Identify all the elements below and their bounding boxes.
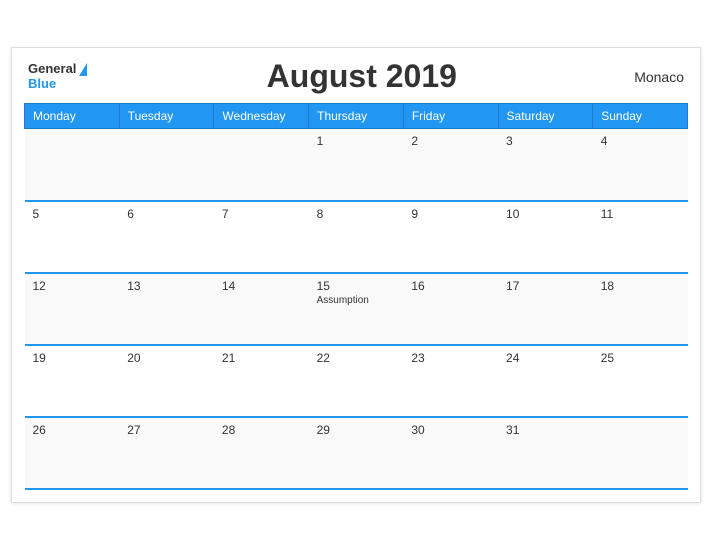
calendar-cell: 13 (119, 273, 214, 345)
calendar-cell: 21 (214, 345, 309, 417)
calendar-cell: 5 (25, 201, 120, 273)
calendar-cell: 14 (214, 273, 309, 345)
day-number: 4 (601, 134, 680, 148)
day-number: 7 (222, 207, 301, 221)
day-number: 13 (127, 279, 206, 293)
day-number: 6 (127, 207, 206, 221)
logo: General Blue (28, 62, 89, 91)
logo-blue-text: Blue (28, 77, 56, 91)
day-number: 10 (506, 207, 585, 221)
calendar-cell (119, 129, 214, 201)
day-number: 8 (317, 207, 396, 221)
calendar-header-row: Monday Tuesday Wednesday Thursday Friday… (25, 104, 688, 129)
calendar-container: General Blue August 2019 Monaco Monday T… (11, 47, 701, 503)
day-number: 12 (33, 279, 112, 293)
day-number: 22 (317, 351, 396, 365)
calendar-cell: 27 (119, 417, 214, 489)
day-number: 5 (33, 207, 112, 221)
day-number: 24 (506, 351, 585, 365)
weekday-sunday: Sunday (593, 104, 688, 129)
calendar-cell: 29 (309, 417, 404, 489)
calendar-cell: 31 (498, 417, 593, 489)
calendar-cell: 12 (25, 273, 120, 345)
day-event: Assumption (317, 295, 396, 306)
calendar-cell: 30 (403, 417, 498, 489)
day-number: 18 (601, 279, 680, 293)
calendar-cell: 4 (593, 129, 688, 201)
day-number: 26 (33, 423, 112, 437)
calendar-header: General Blue August 2019 Monaco (24, 58, 688, 95)
calendar-cell: 24 (498, 345, 593, 417)
day-number: 11 (601, 207, 680, 221)
calendar-cell (25, 129, 120, 201)
weekday-monday: Monday (25, 104, 120, 129)
day-number: 17 (506, 279, 585, 293)
calendar-cell (593, 417, 688, 489)
calendar-cell: 15 Assumption (309, 273, 404, 345)
weekday-tuesday: Tuesday (119, 104, 214, 129)
day-number: 15 (317, 279, 396, 293)
day-number: 23 (411, 351, 490, 365)
calendar-body: 123456789101112131415Assumption161718192… (25, 129, 688, 489)
day-number: 3 (506, 134, 585, 148)
day-number: 25 (601, 351, 680, 365)
calendar-cell: 17 (498, 273, 593, 345)
weekday-thursday: Thursday (309, 104, 404, 129)
day-number: 27 (127, 423, 206, 437)
calendar-cell: 28 (214, 417, 309, 489)
calendar-cell: 1 (309, 129, 404, 201)
calendar-region: Monaco (634, 69, 684, 85)
calendar-title: August 2019 (89, 58, 634, 95)
calendar-cell: 6 (119, 201, 214, 273)
calendar-cell: 9 (403, 201, 498, 273)
calendar-grid: Monday Tuesday Wednesday Thursday Friday… (24, 103, 688, 490)
calendar-cell: 20 (119, 345, 214, 417)
weekday-saturday: Saturday (498, 104, 593, 129)
calendar-cell: 26 (25, 417, 120, 489)
day-number: 21 (222, 351, 301, 365)
day-number: 20 (127, 351, 206, 365)
day-number: 2 (411, 134, 490, 148)
calendar-cell: 23 (403, 345, 498, 417)
calendar-cell: 7 (214, 201, 309, 273)
logo-general-text: General (28, 62, 76, 76)
day-number: 1 (317, 134, 396, 148)
day-number: 30 (411, 423, 490, 437)
calendar-cell: 16 (403, 273, 498, 345)
calendar-cell (214, 129, 309, 201)
weekday-wednesday: Wednesday (214, 104, 309, 129)
weekday-friday: Friday (403, 104, 498, 129)
calendar-cell: 18 (593, 273, 688, 345)
day-number: 9 (411, 207, 490, 221)
day-number: 19 (33, 351, 112, 365)
day-number: 16 (411, 279, 490, 293)
calendar-cell: 3 (498, 129, 593, 201)
calendar-cell: 25 (593, 345, 688, 417)
calendar-cell: 22 (309, 345, 404, 417)
calendar-cell: 8 (309, 201, 404, 273)
logo-triangle-icon (79, 63, 87, 76)
day-number: 31 (506, 423, 585, 437)
calendar-cell: 19 (25, 345, 120, 417)
calendar-cell: 2 (403, 129, 498, 201)
calendar-cell: 10 (498, 201, 593, 273)
day-number: 29 (317, 423, 396, 437)
calendar-cell: 11 (593, 201, 688, 273)
day-number: 28 (222, 423, 301, 437)
day-number: 14 (222, 279, 301, 293)
